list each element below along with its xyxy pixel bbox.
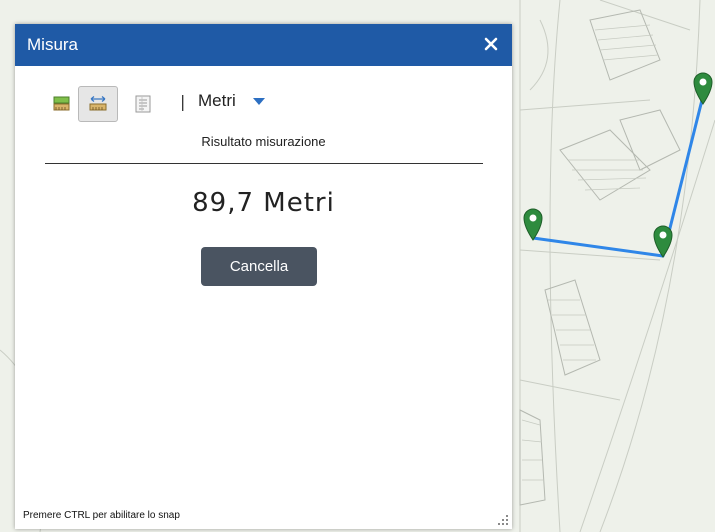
result-divider [45, 163, 483, 164]
panel-title: Misura [27, 35, 79, 54]
measure-panel: Misura | Metri Risultato misurazione 89,… [15, 24, 512, 529]
distance-measure-button[interactable] [78, 86, 118, 122]
result-label: Risultato misurazione [201, 134, 326, 149]
measure-toolbar: | Metri [43, 86, 343, 122]
close-icon[interactable] [480, 33, 502, 55]
marker-end [693, 72, 713, 105]
location-measure-button[interactable] [124, 88, 162, 120]
unit-dropdown[interactable]: Metri [198, 91, 236, 111]
cancel-button[interactable]: Cancella [201, 247, 317, 286]
marker-start [523, 208, 543, 241]
area-measure-button[interactable] [43, 88, 81, 120]
result-value: 89,7 Metri [192, 188, 335, 218]
resize-handle-icon[interactable] [497, 514, 509, 526]
snap-hint: Premere CTRL per abilitare lo snap [23, 510, 180, 521]
panel-header: Misura [15, 24, 512, 66]
location-measure-icon [135, 95, 151, 113]
toolbar-separator: | [180, 92, 186, 111]
chevron-down-icon[interactable] [253, 98, 265, 105]
distance-measure-icon [89, 96, 107, 111]
area-measure-icon [53, 96, 70, 111]
marker-middle [653, 225, 673, 258]
measure-line [532, 95, 705, 258]
